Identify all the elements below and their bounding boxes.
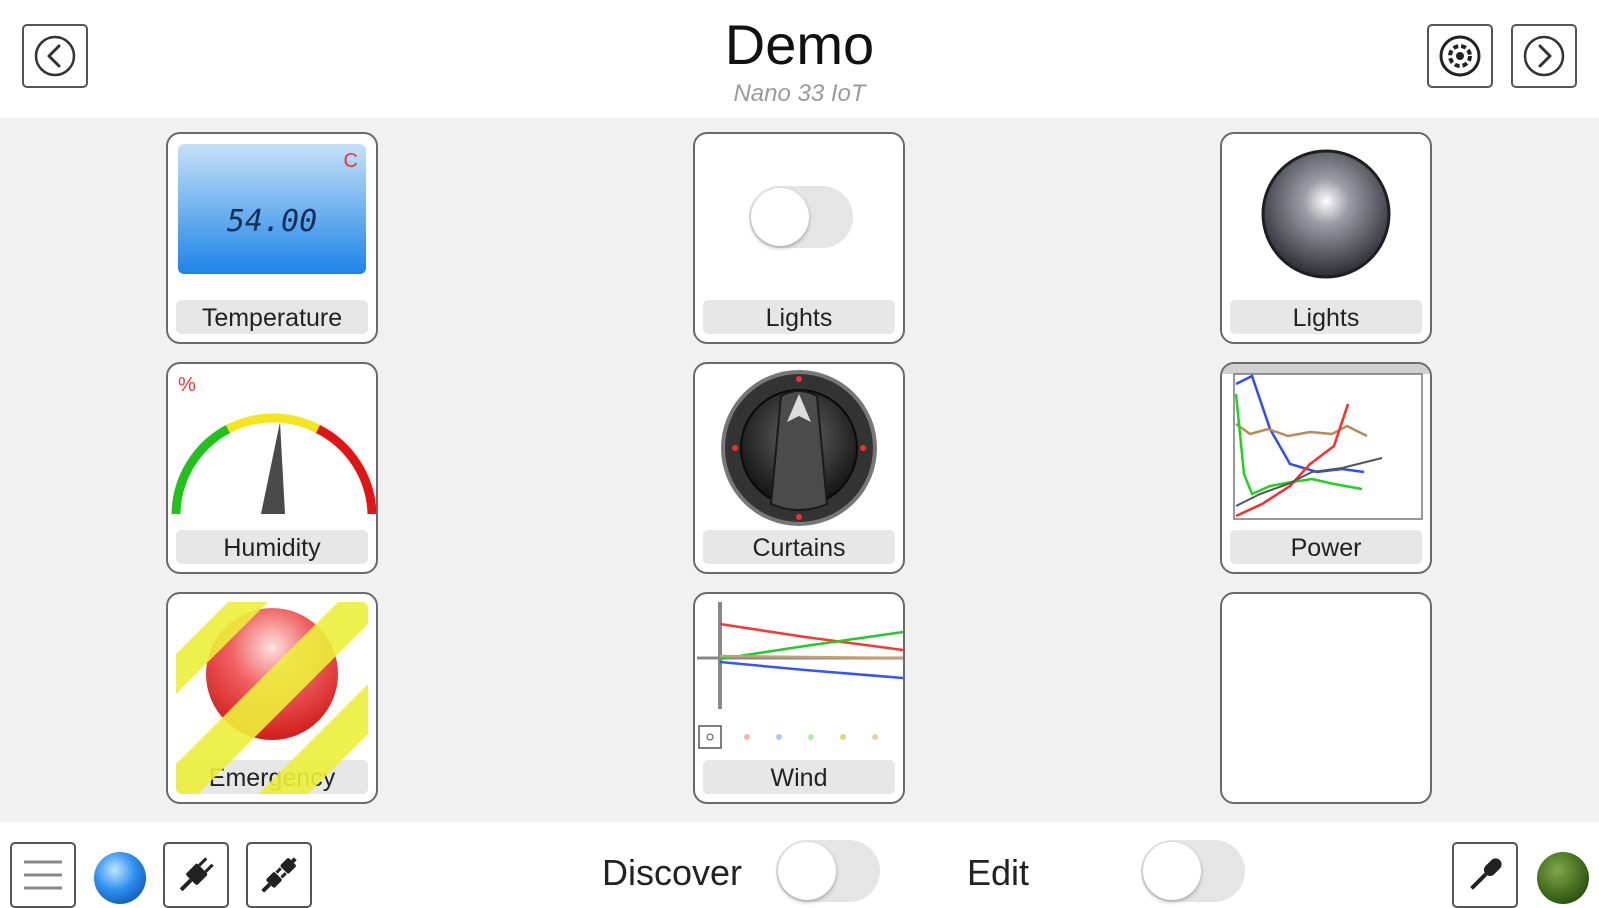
humidity-label: Humidity: [176, 530, 368, 564]
footer-bar: Discover Edit: [0, 822, 1599, 908]
humidity-tile[interactable]: % Humidity: [166, 362, 378, 574]
connect-button[interactable]: [163, 842, 229, 908]
empty-tile[interactable]: [1220, 592, 1432, 804]
curtains-knob[interactable]: [695, 364, 903, 534]
lights-switch-label: Lights: [703, 300, 895, 334]
temperature-display: C 54.00: [178, 144, 366, 274]
lights-switch-tile[interactable]: Lights: [693, 132, 905, 344]
power-plot-tile[interactable]: Power: [1220, 362, 1432, 574]
disconnect-button[interactable]: [246, 842, 312, 908]
circled-gear-icon: [1439, 35, 1481, 77]
temperature-value: 54.00: [226, 204, 318, 239]
settings-button[interactable]: [1427, 24, 1493, 88]
wind-plot-tile[interactable]: Wind: [693, 592, 905, 804]
temperature-label: Temperature: [176, 300, 368, 334]
lights-led-label: Lights: [1230, 300, 1422, 334]
lights-led-tile[interactable]: Lights: [1220, 132, 1432, 344]
wind-label: Wind: [703, 760, 895, 794]
voice-button[interactable]: [1452, 842, 1518, 908]
power-label: Power: [1230, 530, 1422, 564]
blue-status-led-icon: [94, 852, 146, 904]
lights-toggle[interactable]: [749, 186, 853, 248]
edit-toggle[interactable]: [1141, 840, 1245, 902]
edit-label: Edit: [967, 852, 1030, 893]
forward-button[interactable]: [1511, 24, 1577, 88]
plug-icon: [179, 857, 214, 892]
curtains-tile[interactable]: Curtains: [693, 362, 905, 574]
toggle-knob: [1143, 842, 1201, 900]
wind-plot: [697, 602, 903, 749]
page-title: Demo: [724, 13, 875, 76]
unplug-icon: [261, 857, 297, 893]
chevron-right-icon: [1523, 35, 1565, 77]
green-status-led-icon: [1537, 852, 1589, 904]
temperature-tile[interactable]: C 54.00 Temperature: [166, 132, 378, 344]
disabled-emergency-button: [176, 602, 368, 794]
dashboard-grid: C 54.00 Temperature Lights Lights % Humi…: [0, 118, 1599, 822]
curtains-label: Curtains: [703, 530, 895, 564]
device-subtitle: Nano 33 IoT: [733, 80, 866, 107]
discover-label: Discover: [602, 852, 743, 893]
discover-toggle[interactable]: [776, 840, 880, 902]
emergency-tile[interactable]: Emergency: [166, 592, 378, 804]
hamburger-menu-icon: [24, 860, 62, 890]
microphone-icon: [1470, 858, 1502, 890]
menu-button[interactable]: [10, 842, 76, 908]
header-bar: Demo Nano 33 IoT: [0, 0, 1599, 118]
power-plot: [1222, 364, 1430, 520]
temperature-unit: C: [343, 150, 358, 172]
led-bulb-icon: [1261, 149, 1391, 279]
humidity-gauge: [171, 413, 376, 515]
toggle-knob: [778, 842, 836, 900]
toggle-knob: [751, 188, 809, 246]
